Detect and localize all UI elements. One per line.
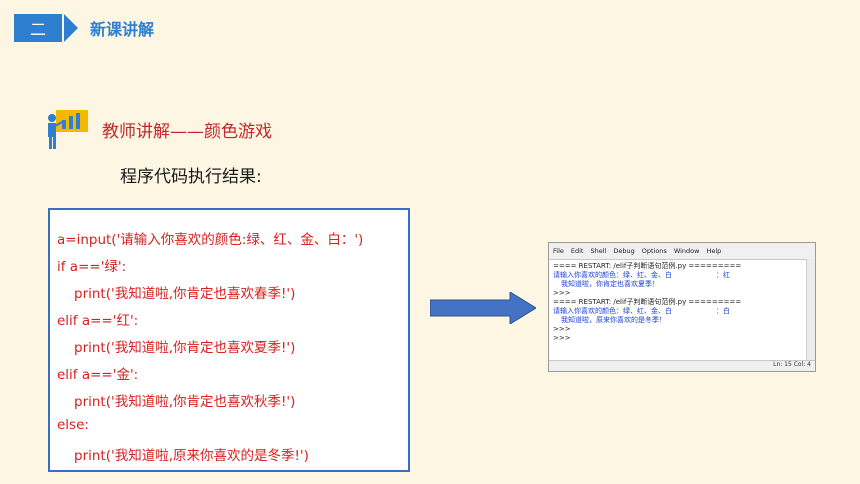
code-line: else: (57, 417, 89, 433)
shell-line: 我知道啦，你肯定也喜欢夏季！ (561, 280, 659, 288)
shell-menubar: File Edit Shell Debug Options Window Hel… (549, 243, 815, 260)
menu-options[interactable]: Options (642, 247, 667, 255)
shell-prompt-text: 请输入你喜欢的颜色：绿、红、金、白 (553, 271, 672, 279)
menu-help[interactable]: Help (706, 247, 721, 255)
shell-input-text: ：白 (716, 307, 730, 315)
idle-shell-window: File Edit Shell Debug Options Window Hel… (548, 242, 816, 372)
shell-line: >>> (553, 289, 571, 297)
code-line: print('我知道啦,原来你喜欢的是冬季!') (74, 448, 309, 464)
code-line: a=input('请输入你喜欢的颜色:绿、红、金、白：') (57, 232, 364, 248)
cursor-position: Ln: 15 Col: 4 (773, 361, 811, 368)
teacher-heading: 教师讲解——颜色游戏 (46, 108, 272, 150)
shell-line: >>> (553, 325, 571, 333)
menu-window[interactable]: Window (674, 247, 700, 255)
menu-shell[interactable]: Shell (590, 247, 606, 255)
code-line: if a=='绿': (57, 259, 127, 275)
lesson-title: 教师讲解——颜色游戏 (102, 121, 272, 142)
section-number: 二 (14, 14, 62, 42)
arrow-right-icon (430, 292, 536, 324)
shell-line: 请输入你喜欢的颜色：绿、红、金、白 ：白 (553, 307, 805, 316)
code-line: elif a=='金': (57, 367, 139, 383)
chevron-right-icon (64, 14, 78, 42)
shell-line: ==== RESTART: /elif子判断语句范例.py ========= (553, 298, 742, 306)
teacher-presentation-icon (48, 110, 88, 149)
menu-debug[interactable]: Debug (613, 247, 634, 255)
code-line: print('我知道啦,你肯定也喜欢夏季!') (74, 340, 296, 356)
shell-statusbar: Ln: 15 Col: 4 (549, 360, 815, 371)
section-header: 二 新课讲解 (14, 14, 154, 42)
shell-line: ==== RESTART: /elif子判断语句范例.py ========= (553, 262, 742, 270)
shell-scrollbar[interactable] (806, 259, 815, 363)
menu-edit[interactable]: Edit (571, 247, 584, 255)
result-subtitle: 程序代码执行结果: (120, 167, 262, 187)
code-line: print('我知道啦,你肯定也喜欢春季!') (74, 286, 296, 302)
code-line: print('我知道啦,你肯定也喜欢秋季!') (74, 394, 296, 410)
shell-prompt-text: 请输入你喜欢的颜色：绿、红、金、白 (553, 307, 672, 315)
shell-input-text: ：红 (716, 271, 730, 279)
code-listing: a=input('请输入你喜欢的颜色:绿、红、金、白：') if a=='绿':… (48, 208, 410, 472)
section-title: 新课讲解 (90, 20, 155, 39)
shell-line: 我知道啦，原来你喜欢的是冬季！ (561, 316, 666, 324)
menu-file[interactable]: File (553, 247, 564, 255)
shell-output[interactable]: ==== RESTART: /elif子判断语句范例.py ========= … (553, 262, 805, 343)
shell-line: >>> (553, 334, 571, 342)
shell-line: 请输入你喜欢的颜色：绿、红、金、白 ：红 (553, 271, 805, 280)
code-line: elif a=='红': (57, 313, 139, 329)
